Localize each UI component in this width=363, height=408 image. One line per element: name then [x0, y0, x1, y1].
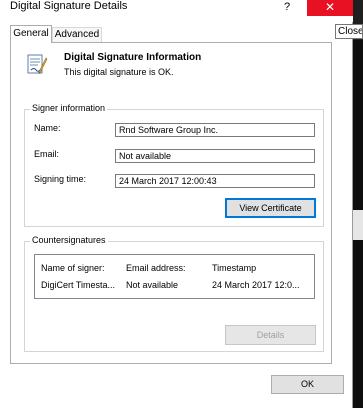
column-header-name[interactable]: Name of signer:	[41, 263, 105, 273]
close-button[interactable]: ✕	[307, 0, 353, 16]
details-button[interactable]: Details	[225, 325, 316, 345]
background-window-edge	[353, 210, 363, 240]
close-icon: ✕	[324, 0, 336, 14]
info-subtitle: This digital signature is OK.	[64, 67, 174, 77]
row-signer-name: DigiCert Timesta...	[41, 280, 116, 290]
countersignatures-legend: Countersignatures	[30, 235, 108, 245]
column-header-timestamp[interactable]: Timestamp	[212, 263, 256, 273]
tab-general[interactable]: General	[10, 25, 52, 43]
view-certificate-button[interactable]: View Certificate	[225, 198, 316, 218]
countersignatures-list[interactable]: Name of signer: Email address: Timestamp…	[34, 254, 315, 299]
row-email: Not available	[126, 280, 179, 290]
row-timestamp: 24 March 2017 12:0...	[212, 280, 300, 290]
window-title: Digital Signature Details	[10, 0, 128, 12]
signing-time-label: Signing time:	[34, 174, 87, 184]
email-label: Email:	[34, 149, 60, 159]
signer-group-legend: Signer information	[30, 103, 108, 113]
ok-button[interactable]: OK	[271, 375, 344, 394]
name-field[interactable]: Rnd Software Group Inc.	[115, 123, 315, 137]
column-header-email[interactable]: Email address:	[126, 263, 186, 273]
signing-time-field[interactable]: 24 March 2017 12:00:43	[115, 174, 315, 188]
close-tooltip: Close	[335, 24, 363, 39]
certificate-icon	[27, 54, 48, 74]
help-button[interactable]: ?	[272, 0, 302, 20]
info-title: Digital Signature Information	[64, 52, 202, 63]
name-label: Name:	[34, 123, 61, 133]
title-bar: Digital Signature Details ? ✕	[0, 0, 353, 22]
email-field[interactable]: Not available	[115, 149, 315, 163]
tab-advanced[interactable]: Advanced	[52, 27, 102, 42]
list-item[interactable]: DigiCert Timesta... Not available 24 Mar…	[35, 277, 314, 293]
signature-dialog: Digital Signature Details ? ✕ General Ad…	[0, 0, 353, 408]
